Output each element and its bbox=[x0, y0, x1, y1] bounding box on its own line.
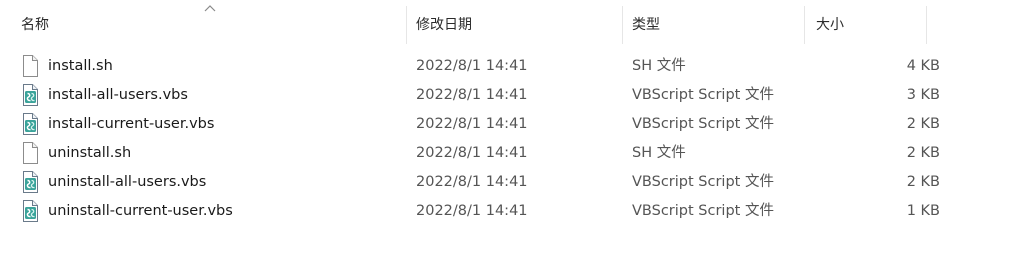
sort-ascending-icon[interactable] bbox=[204, 4, 216, 12]
column-header-date[interactable]: 修改日期 bbox=[416, 0, 612, 44]
blank-file-icon bbox=[21, 55, 39, 77]
file-modified-date: 2022/8/1 14:41 bbox=[416, 87, 528, 103]
file-row[interactable]: install-current-user.vbs 2022/8/1 14:41 VB… bbox=[0, 110, 940, 139]
file-size: 3 KB bbox=[906, 87, 940, 103]
column-divider[interactable] bbox=[804, 6, 805, 44]
file-list-view: 名称 修改日期 类型 大小 install.sh 2022/8/1 14:41 SH… bbox=[0, 0, 1024, 260]
column-divider[interactable] bbox=[622, 6, 623, 44]
column-header-name-label: 名称 bbox=[21, 17, 49, 33]
column-header-type-label: 类型 bbox=[632, 17, 660, 33]
file-type: VBScript Script 文件 bbox=[632, 116, 774, 132]
file-name: uninstall.sh bbox=[48, 145, 132, 161]
file-size: 2 KB bbox=[906, 145, 940, 161]
file-type: VBScript Script 文件 bbox=[632, 87, 774, 103]
file-type: SH 文件 bbox=[632, 145, 686, 161]
file-size: 2 KB bbox=[906, 116, 940, 132]
file-name: install-current-user.vbs bbox=[48, 116, 215, 132]
column-header-size-label: 大小 bbox=[816, 17, 844, 33]
file-modified-date: 2022/8/1 14:41 bbox=[416, 58, 528, 74]
file-name: install-all-users.vbs bbox=[48, 87, 188, 103]
file-row[interactable]: uninstall-all-users.vbs 2022/8/1 14:41 VBS… bbox=[0, 168, 940, 197]
file-size: 1 KB bbox=[906, 203, 940, 219]
column-header-bar: 名称 修改日期 类型 大小 bbox=[0, 0, 1024, 46]
file-type: VBScript Script 文件 bbox=[632, 203, 774, 219]
file-size: 2 KB bbox=[906, 174, 940, 190]
blank-file-icon bbox=[21, 142, 39, 164]
vbscript-file-icon bbox=[21, 84, 39, 106]
column-divider[interactable] bbox=[406, 6, 407, 44]
file-row[interactable]: uninstall.sh 2022/8/1 14:41 SH 文件 2 KB bbox=[0, 139, 940, 168]
file-type: VBScript Script 文件 bbox=[632, 174, 774, 190]
file-modified-date: 2022/8/1 14:41 bbox=[416, 116, 528, 132]
file-row[interactable]: install-all-users.vbs 2022/8/1 14:41 VBScr… bbox=[0, 81, 940, 110]
file-name: uninstall-all-users.vbs bbox=[48, 174, 207, 190]
file-modified-date: 2022/8/1 14:41 bbox=[416, 174, 528, 190]
column-header-size[interactable]: 大小 bbox=[816, 0, 926, 44]
column-header-date-label: 修改日期 bbox=[416, 17, 472, 33]
file-modified-date: 2022/8/1 14:41 bbox=[416, 145, 528, 161]
column-divider[interactable] bbox=[926, 6, 927, 44]
file-modified-date: 2022/8/1 14:41 bbox=[416, 203, 528, 219]
file-row[interactable]: uninstall-current-user.vbs 2022/8/1 14:41… bbox=[0, 197, 940, 226]
file-type: SH 文件 bbox=[632, 58, 686, 74]
vbscript-file-icon bbox=[21, 171, 39, 193]
vbscript-file-icon bbox=[21, 113, 39, 135]
file-name: install.sh bbox=[48, 58, 113, 74]
column-header-type[interactable]: 类型 bbox=[632, 0, 794, 44]
file-row[interactable]: install.sh 2022/8/1 14:41 SH 文件 4 KB bbox=[0, 52, 940, 81]
vbscript-file-icon bbox=[21, 200, 39, 222]
file-size: 4 KB bbox=[906, 58, 940, 74]
file-name: uninstall-current-user.vbs bbox=[48, 203, 233, 219]
